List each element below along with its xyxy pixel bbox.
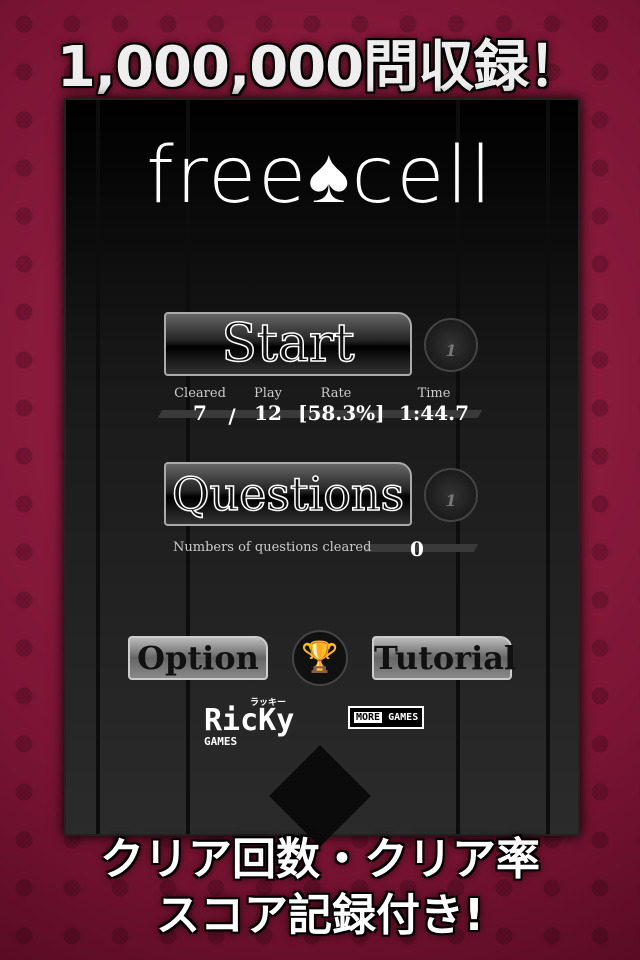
more-games-button[interactable]: MORE GAMES [348,706,425,729]
time-label: Time [417,386,451,401]
play-value: 12 [254,401,282,425]
ricky-sub: GAMES [204,735,238,748]
more-label: MORE [354,712,383,723]
start-button[interactable]: Start [164,312,412,376]
rate-label: Rate [320,386,352,401]
promo-headline: 1,000,000問収録！ [56,35,584,100]
promo-footer-line1: クリア回数・クリア率 [100,834,540,885]
rate-value: [58.3%] [298,401,385,425]
option-button[interactable]: Option [128,636,268,680]
ricky-games-logo[interactable]: ラッキー RicKy GAMES [204,698,344,750]
trophy-icon[interactable]: 🏆 [292,630,348,686]
cleared-value: 7 [193,401,207,425]
questions-ranking-button[interactable]: 1 [424,468,478,522]
questions-cleared-value: 0 [410,537,424,561]
cleared-label: Cleared [174,386,226,401]
ricky-name: RicKy [204,703,295,738]
separator: / [228,404,236,428]
freecell-logo: free♠cell [146,131,494,221]
start-ranking-button[interactable]: 1 [424,318,478,372]
play-label: Play [254,386,282,401]
tutorial-button[interactable]: Tutorial [372,636,516,680]
promo-footer-line2: スコア記録付き! [155,890,485,941]
questions-cleared-label: Numbers of questions cleared [173,540,372,555]
promo-footer: クリア回数・クリア率 スコア記録付き! [0,832,640,944]
time-value: 1:44.7 [398,401,469,425]
questions-button[interactable]: Questions [164,462,412,526]
games-label: GAMES [388,712,419,723]
